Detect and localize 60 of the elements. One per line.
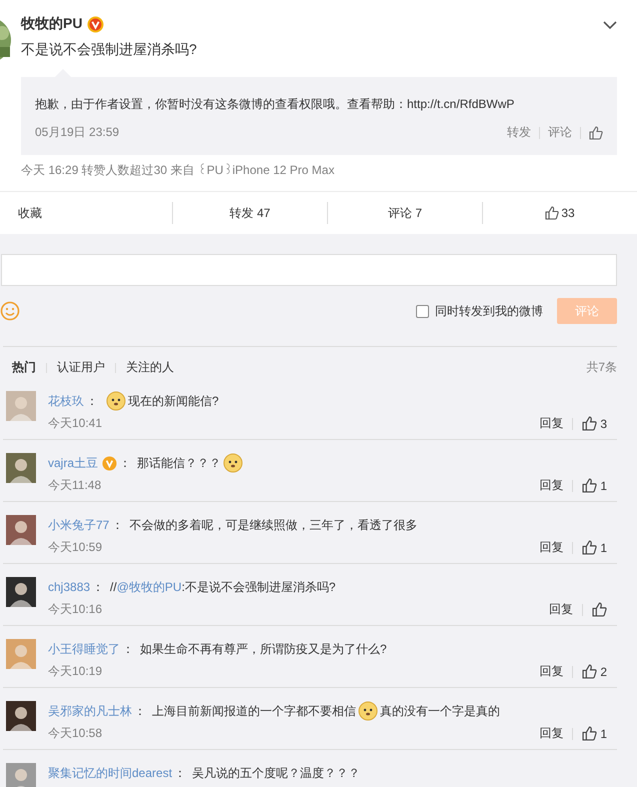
comment-time: 今天10:16 <box>48 601 102 618</box>
reply-link[interactable]: 回复 <box>539 539 564 556</box>
comment-text: 不会做的多着呢，可是继续照做，三年了，看透了很多 <box>129 516 418 534</box>
comment-text: :不是说不会强制进屋消杀吗? <box>182 578 336 596</box>
thumbs-up-icon <box>545 206 560 220</box>
like-button[interactable]: 1 <box>582 540 607 555</box>
like-button[interactable]: 1 <box>582 478 607 493</box>
like-button[interactable] <box>592 602 607 617</box>
comment-text: 上海目前新闻报道的一个字都不要相信 <box>152 702 356 720</box>
like-count: 33 <box>561 206 575 220</box>
emoji-icon <box>223 453 244 473</box>
like-button[interactable]: 1 <box>582 726 607 741</box>
checkbox-label[interactable]: 同时转发到我的微博 <box>435 302 543 320</box>
like-button[interactable]: 2 <box>582 664 607 679</box>
thumbs-up-icon[interactable] <box>589 126 603 140</box>
filter-tab[interactable]: 热门 <box>12 359 36 376</box>
repost-text: 抱歉，由于作者设置，你暂时没有这条微博的查看权限哦。查看帮助：http://t.cn/RfdBWwP <box>35 96 516 113</box>
reply-link[interactable]: 回复 <box>539 477 564 494</box>
comment-text: // <box>110 580 117 594</box>
colon: ： <box>92 578 104 596</box>
help-link[interactable]: http://t.cn/RfdBWwP <box>407 97 514 111</box>
reply-link[interactable]: 回复 <box>539 663 564 680</box>
reply-link[interactable]: 回复 <box>539 415 564 432</box>
colon: ： <box>174 764 186 782</box>
reply-link[interactable]: 回复 <box>549 601 573 618</box>
comment-text: 现在的新闻能信? <box>128 392 219 410</box>
comment-text: 那话能信？？？ <box>137 454 222 472</box>
comment-text: 如果生命不再有尊严，所谓防疫又是为了什么? <box>140 640 387 658</box>
filter-tab[interactable]: 认证用户 <box>57 359 105 376</box>
emoji-icon <box>106 391 126 411</box>
emoji-icon <box>358 701 378 721</box>
colon: ： <box>134 702 146 720</box>
favorite-button[interactable]: 收藏 <box>0 204 172 222</box>
comment-count: 共7条 <box>586 359 617 376</box>
colon: ： <box>122 640 134 658</box>
repost-checkbox[interactable] <box>416 304 429 318</box>
post-meta: 今天 16:29 转赞人数超过30 来自 ꒰PU꒱iPhone 12 Pro Max <box>20 162 336 179</box>
comment-time: 今天10:58 <box>48 725 102 742</box>
comment-button[interactable]: 评论 7 <box>328 204 482 222</box>
colon: ： <box>86 392 98 410</box>
colon: ： <box>111 516 124 534</box>
comment-time: 今天10:19 <box>48 663 102 680</box>
repost-button[interactable]: 转发 47 <box>173 204 327 222</box>
reply-link[interactable]: 回复 <box>539 725 564 742</box>
comment-time: 今天10:59 <box>48 539 102 556</box>
author-name[interactable]: 牧牧的PU <box>21 15 82 33</box>
comment-time: 今天10:41 <box>48 415 102 432</box>
post-text: 不是说不会强制进屋消杀吗? <box>21 41 198 59</box>
repost-action-link[interactable]: 转发 <box>507 124 531 141</box>
like-button[interactable]: 3 <box>582 416 607 431</box>
colon: ： <box>119 454 132 472</box>
repost-time: 05月19日 23:59 <box>35 124 120 141</box>
like-button[interactable]: 33 <box>483 206 637 220</box>
comment-time: 今天11:48 <box>48 477 102 494</box>
comment-text: 吴凡说的五个度呢？温度？？？ <box>192 764 360 782</box>
chevron-down-icon[interactable] <box>603 21 617 30</box>
repost-action-link[interactable]: 评论 <box>548 124 572 141</box>
comment-input-field[interactable] <box>1 254 617 286</box>
filter-tab[interactable]: 关注的人 <box>126 359 174 376</box>
comment-text: 真的没有一个字是真的 <box>380 702 500 720</box>
